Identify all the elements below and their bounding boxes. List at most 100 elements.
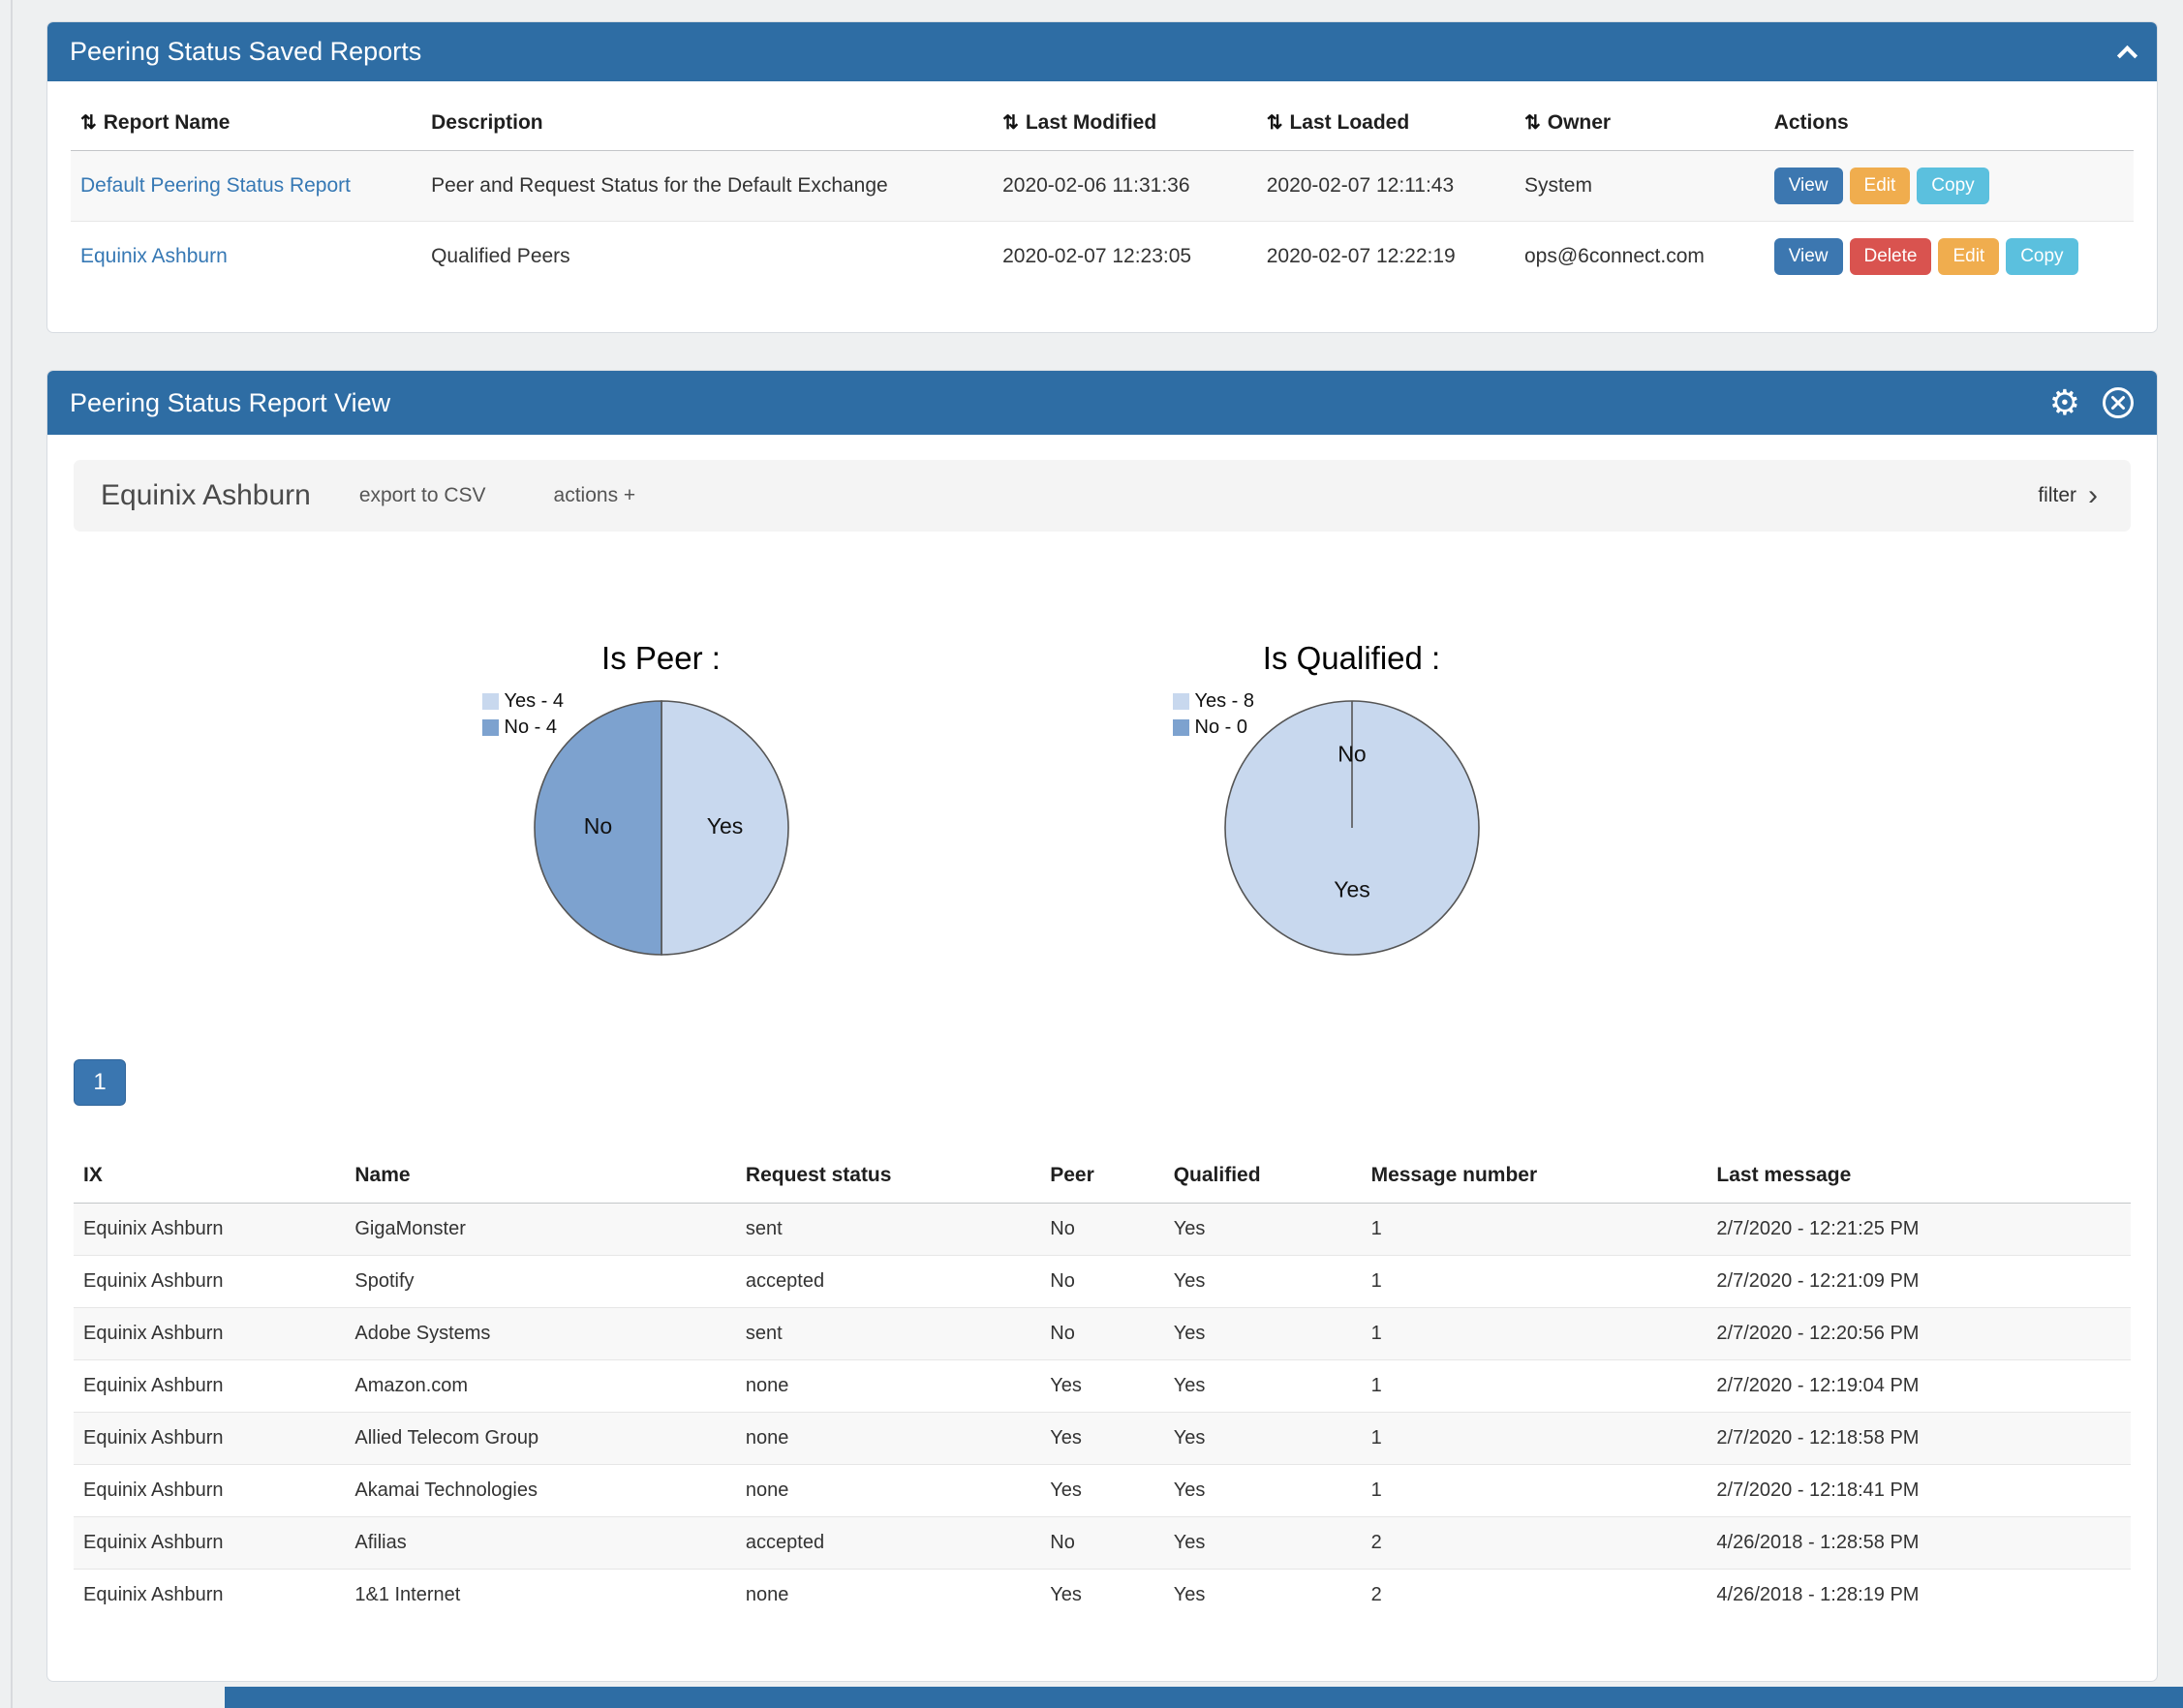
svg-text:No: No xyxy=(583,813,611,839)
svg-text:No: No xyxy=(1337,741,1366,766)
column-header-description: Description xyxy=(421,95,993,151)
peer-last: 2/7/2020 - 12:21:09 PM xyxy=(1706,1256,2131,1308)
peer-messages: 1 xyxy=(1362,1204,1707,1256)
report-view-body: Equinix Ashburn export to CSV actions + … xyxy=(47,435,2157,1681)
report-description: Qualified Peers xyxy=(421,222,993,292)
peer-messages: 2 xyxy=(1362,1570,1707,1622)
report-modified: 2020-02-06 11:31:36 xyxy=(993,151,1257,222)
peer-request: sent xyxy=(736,1204,1040,1256)
actions-menu-link[interactable]: actions + xyxy=(554,484,636,507)
peer-messages: 1 xyxy=(1362,1465,1707,1517)
peer-ix: Equinix Ashburn xyxy=(74,1308,345,1360)
report-actions: ViewDeleteEditCopy xyxy=(1765,222,2134,292)
chart-title: Is Qualified : xyxy=(1263,640,1440,677)
peer-peer: Yes xyxy=(1040,1413,1163,1465)
legend-swatch-icon xyxy=(482,719,499,736)
column-header-owner[interactable]: ⇅Owner xyxy=(1515,95,1765,151)
saved-reports-table: ⇅Report NameDescription⇅Last Modified⇅La… xyxy=(71,95,2134,291)
report-name-link[interactable]: Equinix Ashburn xyxy=(80,245,228,267)
peer-request: none xyxy=(736,1413,1040,1465)
peer-name: Spotify xyxy=(345,1256,736,1308)
delete-button[interactable]: Delete xyxy=(1850,238,1932,275)
column-header-request-status: Request status xyxy=(736,1148,1040,1204)
peer-ix: Equinix Ashburn xyxy=(74,1517,345,1570)
saved-reports-body: ⇅Report NameDescription⇅Last Modified⇅La… xyxy=(47,81,2157,332)
edit-button[interactable]: Edit xyxy=(1850,168,1911,204)
settings-button[interactable]: ⚙ xyxy=(2049,385,2080,420)
close-panel-button[interactable] xyxy=(2102,386,2135,419)
peer-qualified: Yes xyxy=(1164,1465,1362,1517)
peer-request: accepted xyxy=(736,1256,1040,1308)
page-viewport: Peering Status Saved Reports ⇅Report Nam… xyxy=(0,0,2183,1708)
report-description: Peer and Request Status for the Default … xyxy=(421,151,993,222)
report-view-panel: Peering Status Report View ⚙ Equinix Ash… xyxy=(46,370,2158,1682)
peer-qualified: Yes xyxy=(1164,1517,1362,1570)
peer-peer: No xyxy=(1040,1256,1163,1308)
column-header-report-name[interactable]: ⇅Report Name xyxy=(71,95,421,151)
saved-reports-header: Peering Status Saved Reports xyxy=(47,22,2157,81)
report-name-link[interactable]: Default Peering Status Report xyxy=(80,174,351,197)
peer-row: Equinix AshburnAkamai TechnologiesnoneYe… xyxy=(74,1465,2131,1517)
legend-swatch-icon xyxy=(1173,719,1189,736)
peer-row: Equinix AshburnAmazon.comnoneYesYes12/7/… xyxy=(74,1360,2131,1413)
peer-peer: No xyxy=(1040,1517,1163,1570)
peer-ix: Equinix Ashburn xyxy=(74,1204,345,1256)
column-header-last-message: Last message xyxy=(1706,1148,2131,1204)
sidebar-edge xyxy=(11,0,13,1708)
report-modified: 2020-02-07 12:23:05 xyxy=(993,222,1257,292)
peer-ix: Equinix Ashburn xyxy=(74,1256,345,1308)
report-owner: ops@6connect.com xyxy=(1515,222,1765,292)
view-button[interactable]: View xyxy=(1774,168,1843,204)
peer-peer: No xyxy=(1040,1204,1163,1256)
edit-button[interactable]: Edit xyxy=(1938,238,1999,275)
peer-last: 2/7/2020 - 12:20:56 PM xyxy=(1706,1308,2131,1360)
peer-peer: Yes xyxy=(1040,1465,1163,1517)
legend-item: Yes - 4 xyxy=(482,690,565,713)
pie-chart-is-qualified: Is Qualified :Yes - 8No - 0YesNo xyxy=(1006,640,1697,978)
peers-table: IXNameRequest statusPeerQualifiedMessage… xyxy=(74,1148,2131,1621)
report-view-header: Peering Status Report View ⚙ xyxy=(47,371,2157,435)
column-header-last-loaded[interactable]: ⇅Last Loaded xyxy=(1257,95,1515,151)
peer-name: Afilias xyxy=(345,1517,736,1570)
peer-last: 2/7/2020 - 12:19:04 PM xyxy=(1706,1360,2131,1413)
peer-ix: Equinix Ashburn xyxy=(74,1360,345,1413)
report-toolbar: Equinix Ashburn export to CSV actions + … xyxy=(74,460,2131,532)
peer-ix: Equinix Ashburn xyxy=(74,1413,345,1465)
view-button[interactable]: View xyxy=(1774,238,1843,275)
copy-button[interactable]: Copy xyxy=(2006,238,2077,275)
peer-row: Equinix AshburnAdobe SystemssentNoYes12/… xyxy=(74,1308,2131,1360)
peer-ix: Equinix Ashburn xyxy=(74,1465,345,1517)
peer-messages: 1 xyxy=(1362,1360,1707,1413)
export-csv-link[interactable]: export to CSV xyxy=(359,484,486,507)
peer-name: Amazon.com xyxy=(345,1360,736,1413)
peers-table-wrap: IXNameRequest statusPeerQualifiedMessage… xyxy=(74,1148,2131,1621)
peer-ix: Equinix Ashburn xyxy=(74,1570,345,1622)
peer-name: 1&1 Internet xyxy=(345,1570,736,1622)
filter-label: filter xyxy=(2038,484,2076,507)
peer-name: Akamai Technologies xyxy=(345,1465,736,1517)
chart-title: Is Peer : xyxy=(601,640,721,677)
peer-request: none xyxy=(736,1360,1040,1413)
peer-last: 2/7/2020 - 12:18:41 PM xyxy=(1706,1465,2131,1517)
peer-peer: No xyxy=(1040,1308,1163,1360)
peer-qualified: Yes xyxy=(1164,1308,1362,1360)
report-name-label: Equinix Ashburn xyxy=(101,479,311,512)
peer-qualified: Yes xyxy=(1164,1204,1362,1256)
peer-qualified: Yes xyxy=(1164,1256,1362,1308)
sort-icon: ⇅ xyxy=(1267,112,1283,134)
filter-toggle[interactable]: filter › xyxy=(2038,481,2098,510)
peer-last: 4/26/2018 - 1:28:58 PM xyxy=(1706,1517,2131,1570)
report-view-title: Peering Status Report View xyxy=(70,388,390,418)
peer-name: Adobe Systems xyxy=(345,1308,736,1360)
collapse-panel-icon[interactable] xyxy=(2120,42,2135,63)
peer-messages: 1 xyxy=(1362,1413,1707,1465)
svg-text:Yes: Yes xyxy=(706,813,743,839)
chevron-right-icon: › xyxy=(2088,481,2098,510)
legend-item: Yes - 8 xyxy=(1173,690,1255,713)
copy-button[interactable]: Copy xyxy=(1917,168,1988,204)
sort-icon: ⇅ xyxy=(80,112,97,134)
column-header-qualified: Qualified xyxy=(1164,1148,1362,1204)
page-button-1[interactable]: 1 xyxy=(74,1059,126,1106)
column-header-last-modified[interactable]: ⇅Last Modified xyxy=(993,95,1257,151)
legend-swatch-icon xyxy=(1173,693,1189,710)
